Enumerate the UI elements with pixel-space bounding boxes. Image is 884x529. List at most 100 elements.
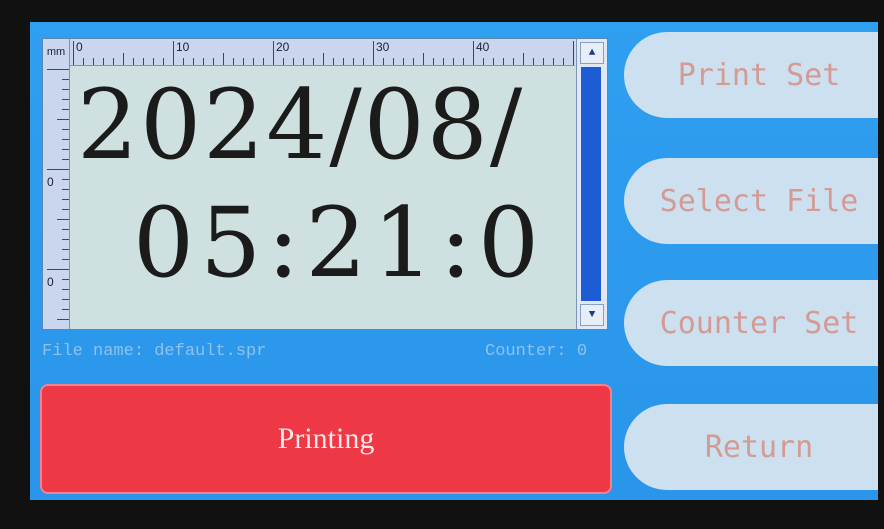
ruler-left-label-2: 0 bbox=[47, 275, 54, 289]
ruler-tick bbox=[563, 58, 564, 65]
ruler-tick bbox=[433, 58, 434, 65]
ruler-tick-label-20: 20 bbox=[276, 40, 290, 54]
ruler-tick bbox=[62, 279, 69, 280]
ruler-tick bbox=[62, 229, 69, 230]
ruler-tick bbox=[453, 58, 454, 65]
ruler-tick bbox=[113, 58, 114, 65]
ruler-tick bbox=[243, 58, 244, 65]
ruler-tick-label-40: 40 bbox=[476, 40, 490, 54]
ruler-tick bbox=[123, 53, 124, 65]
preview-date-text: 2024/08/ bbox=[77, 69, 525, 181]
ruler-tick bbox=[73, 41, 74, 65]
ruler-tick bbox=[513, 58, 514, 65]
ruler-tick bbox=[213, 58, 214, 65]
ruler-tick bbox=[533, 58, 534, 65]
ruler-tick bbox=[62, 209, 69, 210]
ruler-tick bbox=[62, 289, 69, 290]
preview-time-text: 05:21:0 bbox=[133, 187, 546, 299]
ruler-tick-label-10: 10 bbox=[176, 40, 190, 54]
ruler-tick bbox=[62, 259, 69, 260]
return-button[interactable]: Return bbox=[624, 404, 878, 490]
ruler-tick bbox=[62, 179, 69, 180]
ruler-tick bbox=[62, 139, 69, 140]
ruler-tick bbox=[62, 159, 69, 160]
ruler-tick bbox=[283, 58, 284, 65]
ruler-tick bbox=[373, 41, 374, 65]
file-name-label: File name: default.spr bbox=[42, 342, 267, 361]
ruler-tick bbox=[47, 69, 69, 70]
ruler-tick bbox=[253, 58, 254, 65]
ruler-tick bbox=[62, 299, 69, 300]
ruler-tick bbox=[413, 58, 414, 65]
ruler-tick-label-30: 30 bbox=[376, 40, 390, 54]
ruler-tick bbox=[62, 199, 69, 200]
ruler-tick bbox=[47, 269, 69, 270]
ruler-tick bbox=[493, 58, 494, 65]
ruler-tick bbox=[273, 41, 274, 65]
ruler-tick bbox=[333, 58, 334, 65]
ruler-tick bbox=[57, 119, 69, 120]
ruler-tick bbox=[93, 58, 94, 65]
ruler-tick bbox=[173, 41, 174, 65]
ruler-top: 0 10 20 30 40 bbox=[43, 39, 575, 66]
ruler-tick bbox=[133, 58, 134, 65]
ruler-tick bbox=[553, 58, 554, 65]
ruler-left: 0 0 bbox=[43, 65, 70, 329]
ruler-tick bbox=[103, 58, 104, 65]
print-preview: 0 10 20 30 40 0 0 mm 2024/08/ 05:21:0 ▲ … bbox=[42, 38, 608, 330]
scroll-up-arrow-icon[interactable]: ▲ bbox=[580, 42, 604, 64]
counter-label: Counter: 0 bbox=[485, 342, 588, 361]
ruler-tick bbox=[313, 58, 314, 65]
ruler-tick bbox=[543, 58, 544, 65]
ruler-tick bbox=[473, 41, 474, 65]
ruler-tick bbox=[293, 58, 294, 65]
ruler-tick bbox=[503, 58, 504, 65]
printing-button[interactable]: Printing bbox=[40, 384, 612, 494]
ruler-tick bbox=[483, 58, 484, 65]
ruler-tick bbox=[193, 58, 194, 65]
ruler-tick bbox=[62, 99, 69, 100]
ruler-tick bbox=[423, 53, 424, 65]
ruler-tick bbox=[62, 129, 69, 130]
ruler-tick bbox=[383, 58, 384, 65]
ruler-tick bbox=[163, 58, 164, 65]
ruler-tick bbox=[143, 58, 144, 65]
print-set-button[interactable]: Print Set bbox=[624, 32, 878, 118]
ruler-tick bbox=[62, 79, 69, 80]
ruler-tick bbox=[363, 58, 364, 65]
ruler-tick bbox=[443, 58, 444, 65]
ruler-unit: mm bbox=[43, 39, 70, 65]
preview-scrollbar[interactable]: ▲ ▼ bbox=[576, 39, 607, 329]
ruler-tick-label-0: 0 bbox=[76, 40, 83, 54]
ruler-tick bbox=[57, 319, 69, 320]
ruler-tick bbox=[343, 58, 344, 65]
ruler-tick bbox=[62, 189, 69, 190]
ruler-tick bbox=[47, 169, 69, 170]
ruler-tick bbox=[233, 58, 234, 65]
ruler-tick bbox=[403, 58, 404, 65]
select-file-button[interactable]: Select File bbox=[624, 158, 878, 244]
ruler-tick bbox=[62, 309, 69, 310]
ruler-tick bbox=[62, 149, 69, 150]
ruler-tick bbox=[353, 58, 354, 65]
ruler-left-label-1: 0 bbox=[47, 175, 54, 189]
ruler-tick bbox=[62, 89, 69, 90]
ruler-tick bbox=[223, 53, 224, 65]
touch-screen: 0 10 20 30 40 0 0 mm 2024/08/ 05:21:0 ▲ … bbox=[30, 22, 878, 500]
ruler-tick bbox=[323, 53, 324, 65]
ruler-tick bbox=[62, 109, 69, 110]
ruler-tick bbox=[463, 58, 464, 65]
ruler-tick bbox=[393, 58, 394, 65]
ruler-tick bbox=[263, 58, 264, 65]
ruler-tick bbox=[303, 58, 304, 65]
ruler-tick bbox=[153, 58, 154, 65]
counter-set-button[interactable]: Counter Set bbox=[624, 280, 878, 366]
ruler-tick bbox=[573, 41, 574, 65]
ruler-tick bbox=[523, 53, 524, 65]
scroll-down-arrow-icon[interactable]: ▼ bbox=[580, 304, 604, 326]
ruler-tick bbox=[62, 249, 69, 250]
ruler-tick bbox=[83, 58, 84, 65]
ruler-tick bbox=[62, 239, 69, 240]
scrollbar-thumb[interactable] bbox=[581, 67, 601, 301]
ruler-tick bbox=[183, 58, 184, 65]
